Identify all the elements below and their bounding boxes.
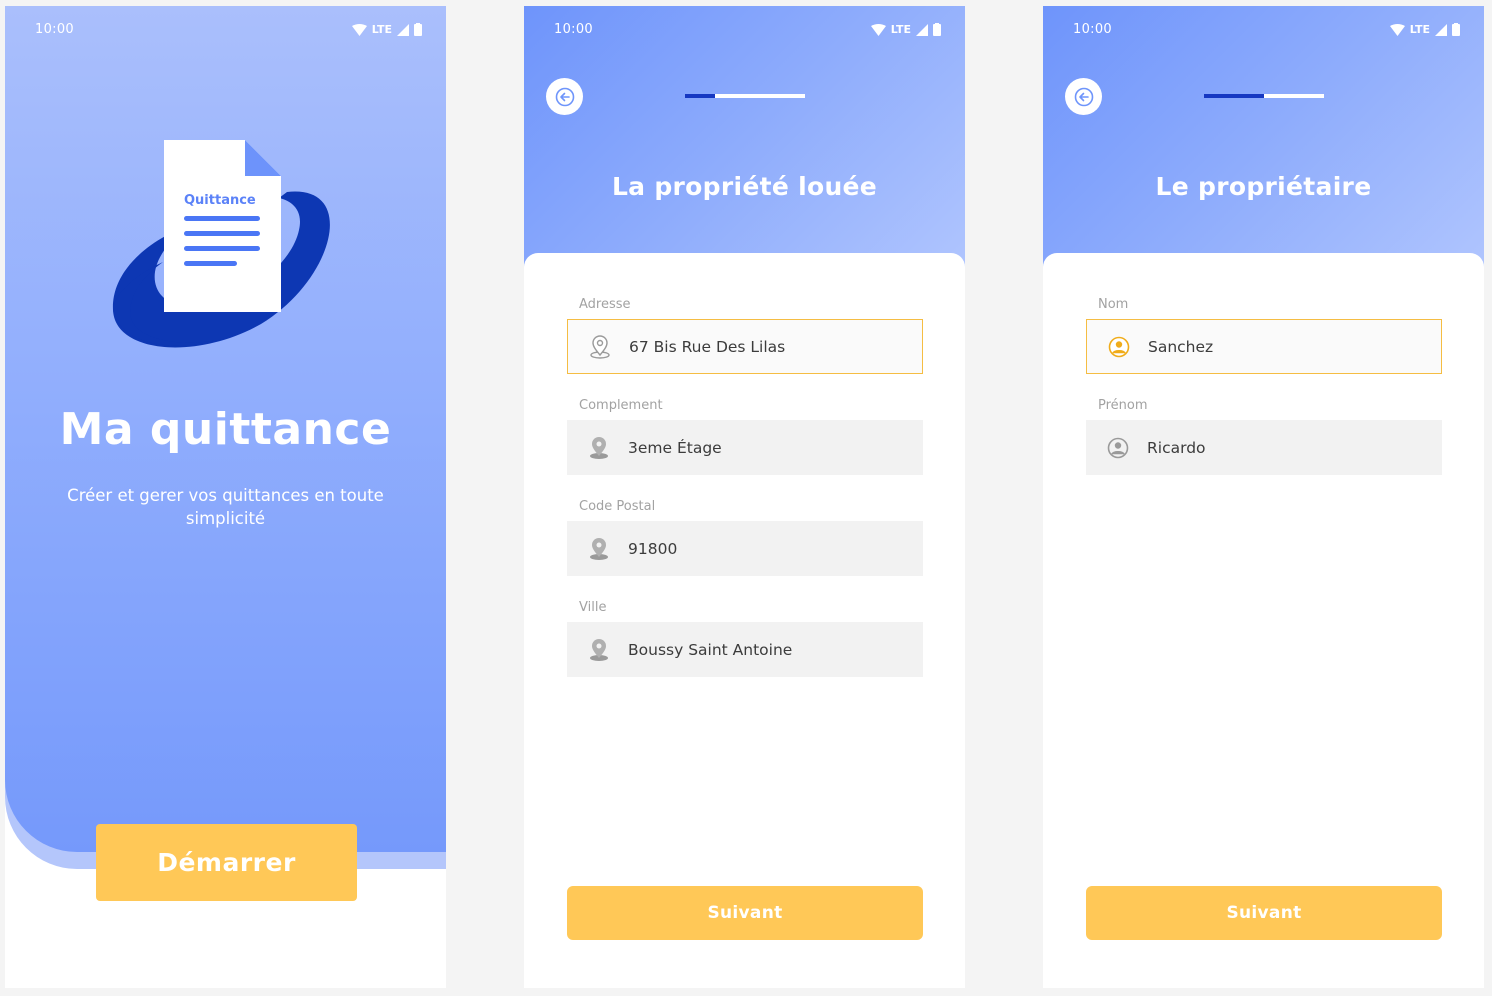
city-value: Boussy Saint Antoine (628, 640, 793, 659)
complement-field[interactable]: 3eme Étage (567, 420, 923, 475)
owner-screen: 10:00 LTE Le propriétaire Nom Sanchez Pr… (1043, 6, 1484, 988)
first-name-label: Prénom (1098, 398, 1148, 413)
back-button[interactable] (1065, 78, 1102, 115)
back-button[interactable] (546, 78, 583, 115)
battery-icon (1452, 23, 1460, 36)
complement-label: Complement (579, 398, 663, 413)
next-button[interactable]: Suivant (567, 886, 923, 940)
signal-icon (397, 23, 409, 36)
network-label: LTE (890, 23, 911, 36)
logo-text: Quittance (184, 193, 256, 208)
last-name-field[interactable]: Sanchez (1086, 319, 1442, 374)
status-icons: LTE (1389, 23, 1460, 36)
last-name-value: Sanchez (1148, 337, 1214, 356)
user-circle-icon (1107, 335, 1131, 359)
status-bar: 10:00 LTE (524, 6, 965, 54)
wifi-icon (870, 23, 886, 36)
location-pin-icon (587, 638, 611, 662)
property-screen: 10:00 LTE La propriété louée Adresse 67 … (524, 6, 965, 988)
quittance-logo: Quittance (112, 140, 330, 348)
status-bar: 10:00 LTE (5, 6, 446, 54)
app-title: Ma quittance (59, 404, 392, 455)
next-button[interactable]: Suivant (1086, 886, 1442, 940)
wifi-icon (351, 23, 367, 36)
progress-fill (685, 94, 715, 98)
start-button[interactable]: Démarrer (96, 824, 357, 901)
first-name-field[interactable]: Ricardo (1086, 420, 1442, 475)
status-icons: LTE (351, 23, 422, 36)
progress-bar (685, 94, 805, 98)
postal-code-field[interactable]: 91800 (567, 521, 923, 576)
form-card: Nom Sanchez Prénom Ricardo (1043, 253, 1484, 988)
form-card: Adresse 67 Bis Rue Des Lilas Complement … (524, 253, 965, 988)
wifi-icon (1389, 23, 1405, 36)
page-title: La propriété louée (611, 172, 878, 201)
address-value: 67 Bis Rue Des Lilas (629, 337, 786, 356)
location-pin-icon (588, 334, 612, 359)
status-icons: LTE (870, 23, 941, 36)
app-subtitle: Créer et gerer vos quittances en toute s… (67, 486, 384, 528)
arrow-left-icon (1074, 87, 1093, 106)
complement-value: 3eme Étage (628, 438, 722, 457)
signal-icon (1435, 23, 1447, 36)
welcome-screen: 10:00 LTE Quittance Ma quittance Créer e… (5, 6, 446, 988)
status-bar: 10:00 LTE (1043, 6, 1484, 54)
location-pin-icon (587, 537, 611, 561)
city-label: Ville (579, 600, 607, 615)
battery-icon (414, 23, 422, 36)
status-time: 10:00 (35, 22, 74, 37)
city-field[interactable]: Boussy Saint Antoine (567, 622, 923, 677)
battery-icon (933, 23, 941, 36)
progress-bar (1204, 94, 1324, 98)
first-name-value: Ricardo (1147, 438, 1206, 457)
signal-icon (916, 23, 928, 36)
network-label: LTE (371, 23, 392, 36)
arrow-left-icon (555, 87, 574, 106)
postal-code-value: 91800 (628, 539, 678, 558)
last-name-label: Nom (1098, 297, 1129, 312)
status-time: 10:00 (1073, 22, 1112, 37)
postal-code-label: Code Postal (579, 499, 656, 514)
address-field[interactable]: 67 Bis Rue Des Lilas (567, 319, 923, 374)
user-circle-icon (1106, 436, 1130, 460)
address-label: Adresse (579, 297, 631, 312)
location-pin-icon (587, 436, 611, 460)
network-label: LTE (1409, 23, 1430, 36)
status-time: 10:00 (554, 22, 593, 37)
progress-fill (1204, 94, 1264, 98)
page-title: Le propriétaire (1155, 172, 1372, 201)
